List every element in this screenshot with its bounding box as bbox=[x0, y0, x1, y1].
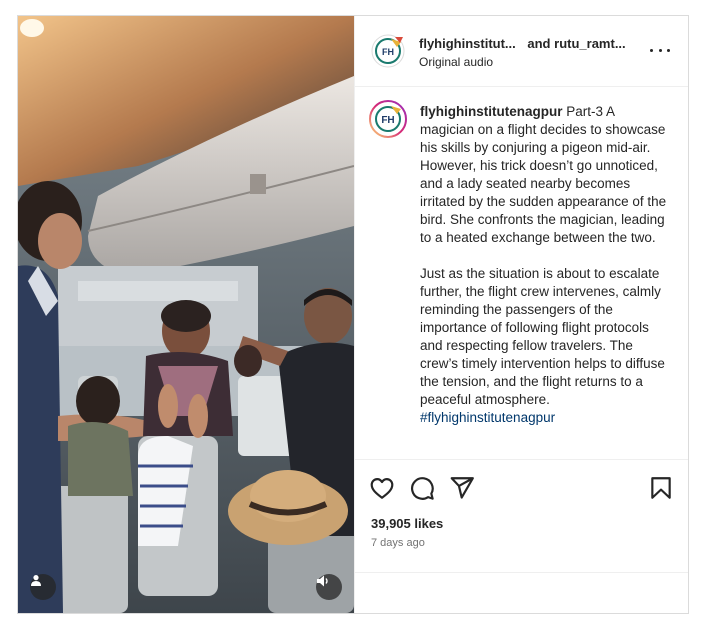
author-avatar[interactable]: FH bbox=[371, 34, 405, 68]
post-header: FH flyhighinstitut... and rutu_ramt... O… bbox=[355, 16, 688, 87]
heart-icon[interactable] bbox=[369, 475, 395, 501]
caption-username[interactable]: flyhighinstitutenagpur bbox=[420, 104, 563, 119]
caption-paragraph-2: Just as the situation is about to escala… bbox=[420, 266, 665, 407]
post-actions: 39,905 likes 7 days ago bbox=[355, 459, 688, 572]
collab-conjunction: and bbox=[527, 36, 551, 51]
caption-author-avatar[interactable]: FH bbox=[369, 100, 407, 138]
volume-icon bbox=[317, 575, 328, 587]
more-options-icon[interactable] bbox=[650, 42, 670, 58]
post-timestamp[interactable]: 7 days ago bbox=[371, 537, 425, 549]
collaborator-username[interactable]: rutu_ramt... bbox=[554, 36, 626, 51]
author-username[interactable]: flyhighinstitut... bbox=[419, 36, 516, 51]
bookmark-icon[interactable] bbox=[648, 475, 674, 501]
volume-button[interactable] bbox=[316, 574, 342, 600]
more-dot bbox=[667, 48, 670, 52]
add-comment-area[interactable] bbox=[355, 572, 688, 613]
user-tag-icon bbox=[31, 575, 41, 586]
video-frame bbox=[18, 16, 354, 613]
likes-count[interactable]: 39,905 likes bbox=[371, 516, 443, 531]
more-dot bbox=[658, 48, 662, 52]
paper-plane-icon[interactable] bbox=[449, 475, 475, 501]
comment-icon[interactable] bbox=[409, 475, 435, 501]
post-caption: flyhighinstitutenagpur Part-3 A magician… bbox=[420, 103, 672, 427]
post-details-panel: FH flyhighinstitut... and rutu_ramt... O… bbox=[354, 16, 688, 613]
user-tag-button[interactable] bbox=[30, 574, 56, 600]
avatar-initials: FH bbox=[382, 47, 394, 57]
post-video[interactable] bbox=[18, 16, 354, 613]
post-card: FH flyhighinstitut... and rutu_ramt... O… bbox=[17, 15, 689, 614]
avatar-initials: FH bbox=[381, 115, 394, 126]
caption-paragraph-1: A magician on a flight decides to showca… bbox=[420, 104, 667, 245]
audio-link[interactable]: Original audio bbox=[419, 55, 493, 69]
caption-hashtag[interactable]: #flyhighinstitutenagpur bbox=[420, 409, 672, 427]
header-usernames: flyhighinstitut... and rutu_ramt... bbox=[419, 36, 626, 51]
caption-section: FH flyhighinstitutenagpur Part-3 A magic… bbox=[355, 87, 688, 459]
caption-title: Part-3 bbox=[566, 104, 604, 119]
more-dot bbox=[650, 48, 653, 52]
